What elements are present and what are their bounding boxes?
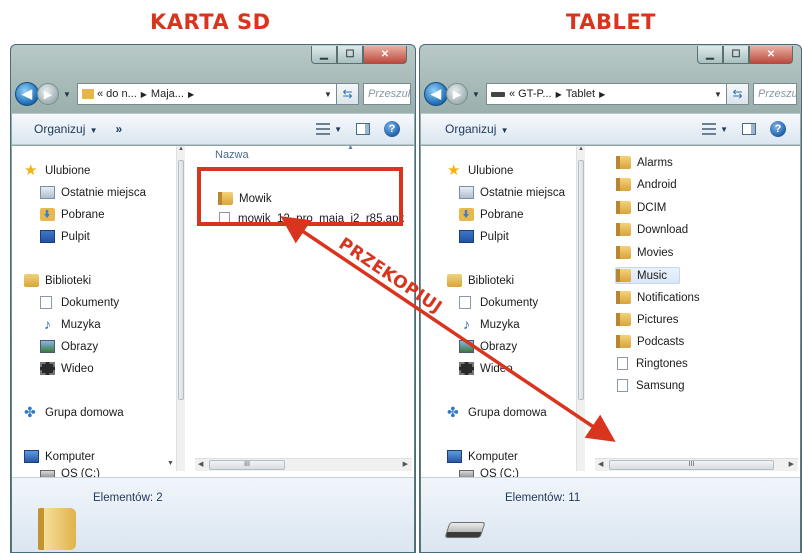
double-arrow-line bbox=[280, 216, 616, 442]
